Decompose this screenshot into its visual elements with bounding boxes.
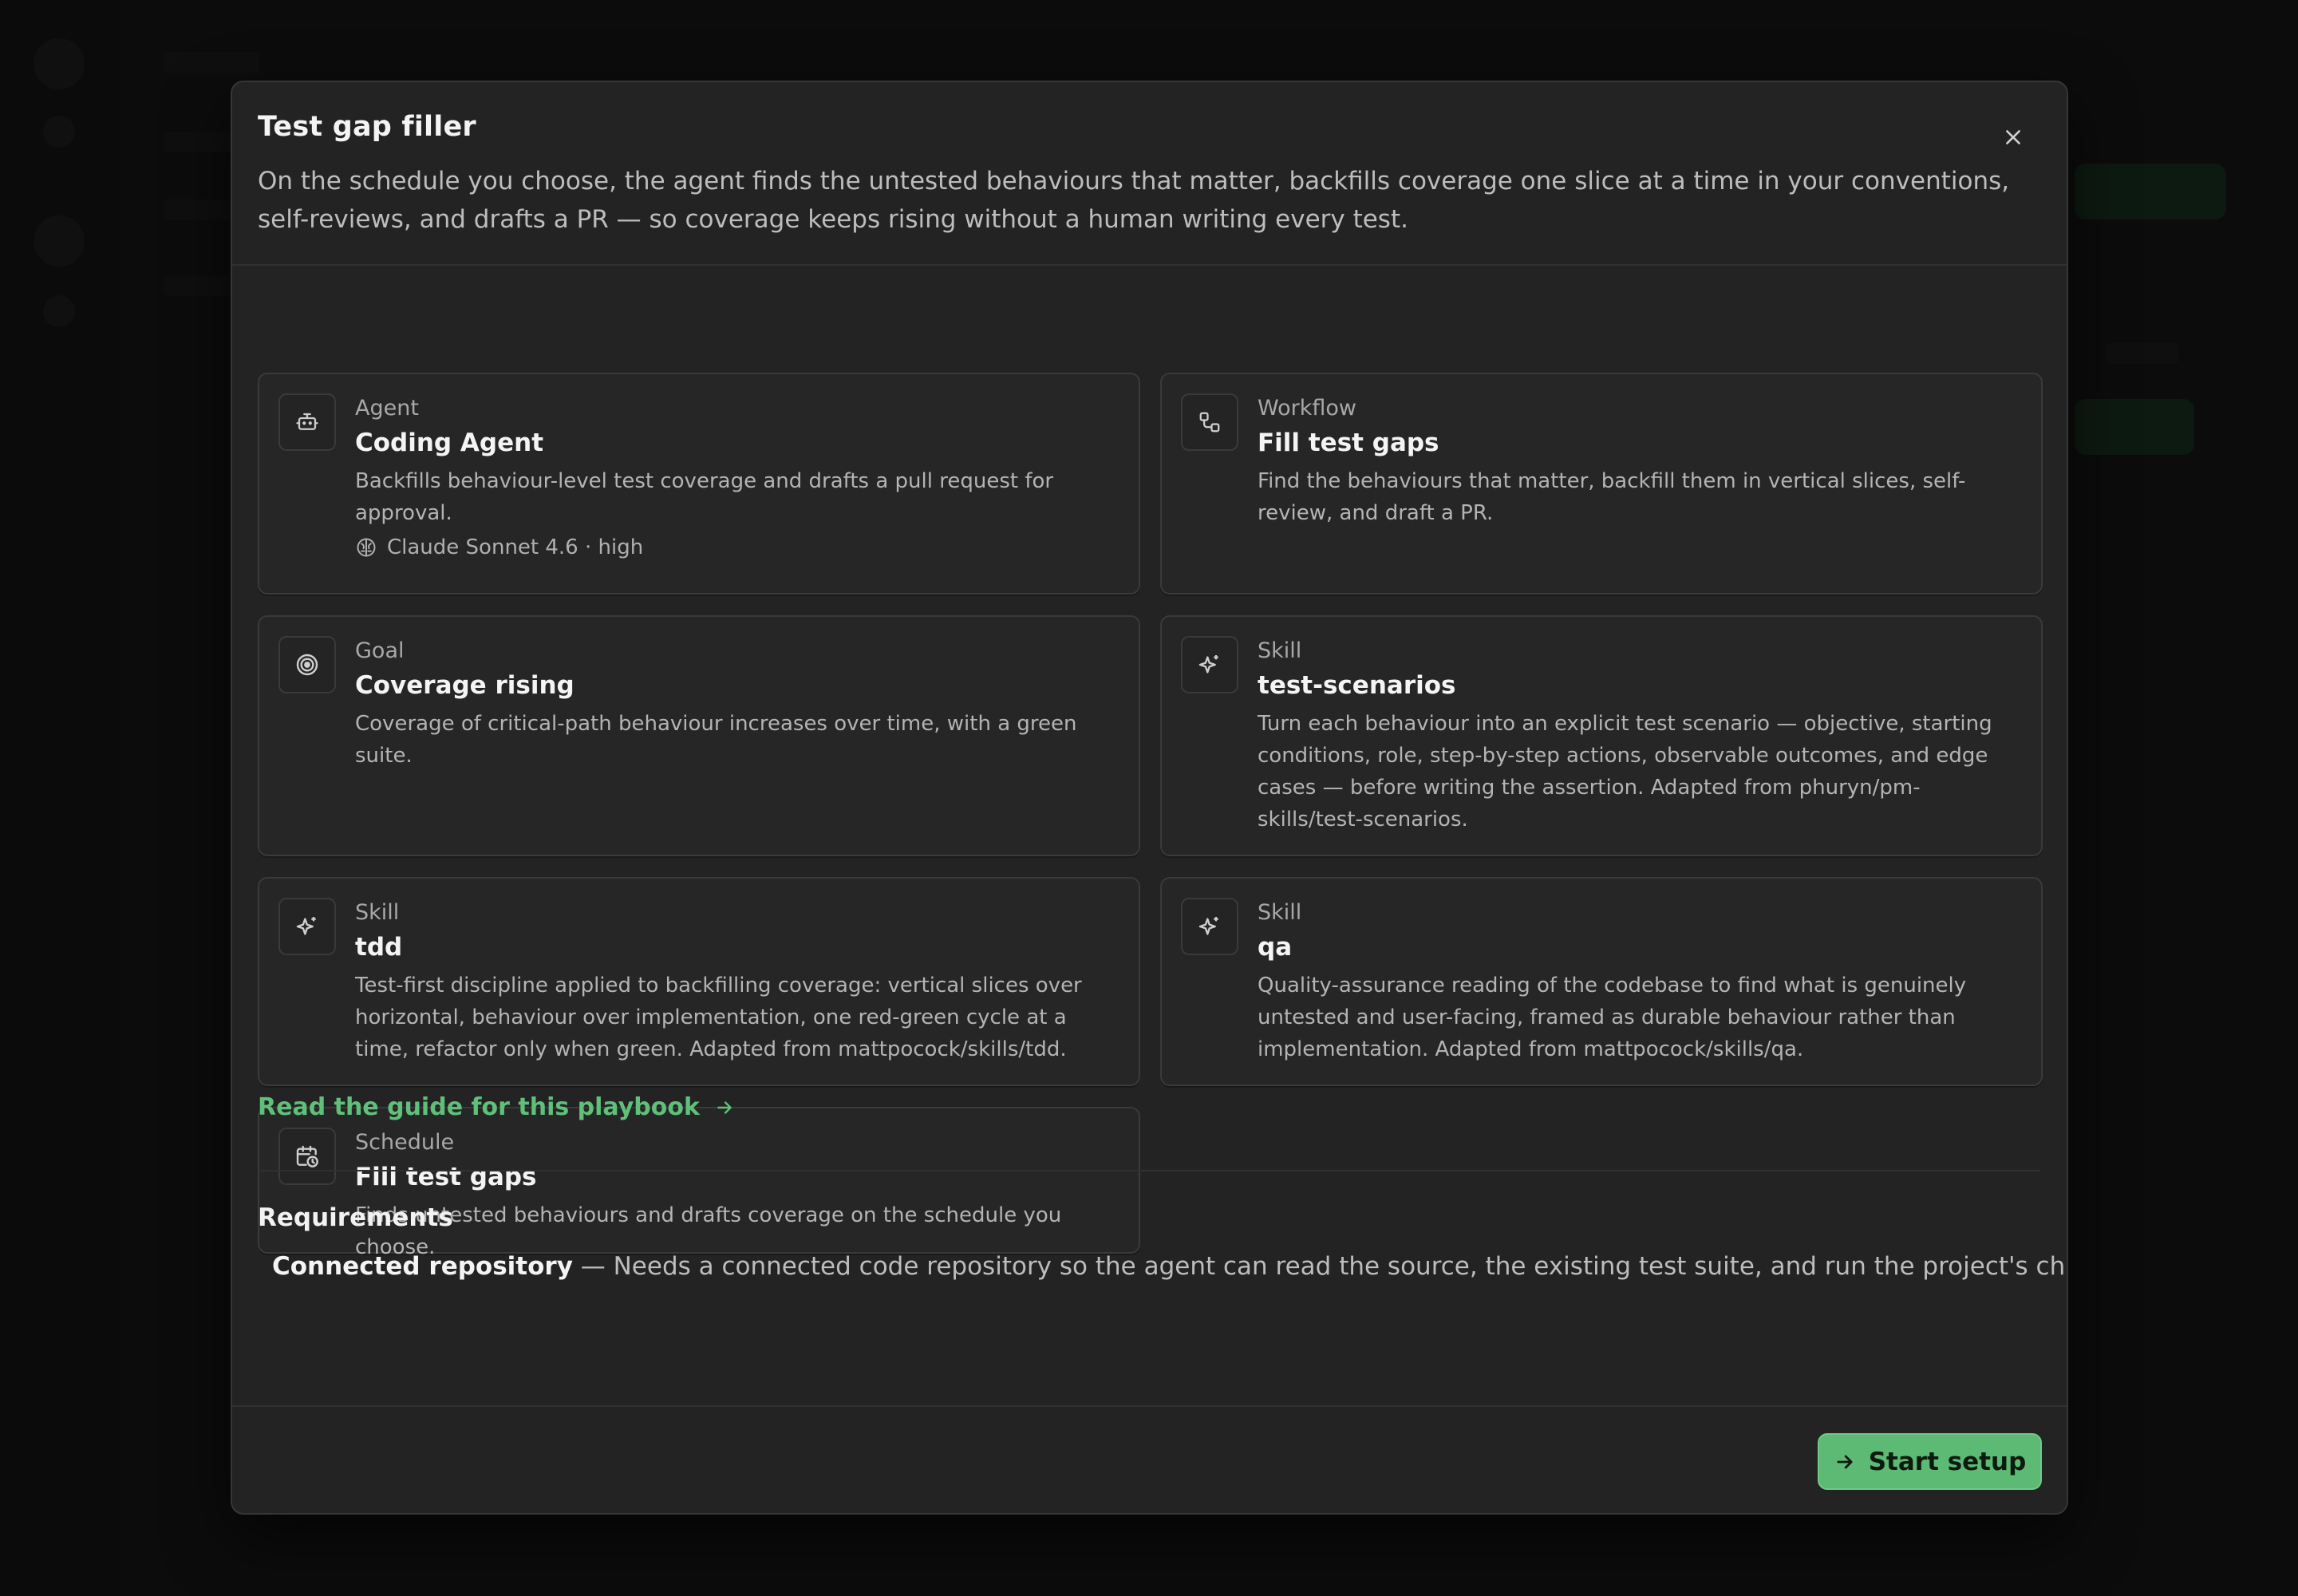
modal-description: On the schedule you choose, the agent fi… <box>258 167 2010 234</box>
modal-body[interactable]: Agent Coding Agent Backfills behaviour-l… <box>232 267 2067 1485</box>
card-workflow[interactable]: Workflow Fill test gaps Find the behavio… <box>1160 373 2043 595</box>
start-setup-button[interactable]: Start setup <box>1818 1433 2042 1490</box>
modal-footer: Start setup <box>232 1405 2067 1513</box>
card-name: Coverage rising <box>355 671 574 700</box>
guide-link[interactable]: Read the guide for this playbook <box>258 1093 735 1121</box>
section-divider <box>258 1170 2040 1171</box>
workflow-icon-box <box>1181 393 1238 451</box>
calendar-clock-icon <box>296 1145 318 1167</box>
card-body: Test-first discipline applied to backfil… <box>355 974 1082 1061</box>
close-button[interactable] <box>1994 118 2032 156</box>
close-icon <box>2006 130 2020 144</box>
requirement-item: Connected repository — Needs a connected… <box>258 1252 2067 1281</box>
target-icon-box <box>278 636 336 693</box>
calendar-clock-icon-box <box>278 1128 336 1185</box>
arrow-right-icon <box>717 1100 732 1114</box>
card-agent[interactable]: Agent Coding Agent Backfills behaviour-l… <box>258 373 1140 595</box>
card-name: Fill test gaps <box>355 1163 537 1191</box>
card-kind: Goal <box>355 638 405 663</box>
sparkle-icon-box <box>1181 636 1238 693</box>
card-kind: Skill <box>1258 900 1302 925</box>
brain-icon <box>357 538 376 557</box>
modal-title: Test gap filler <box>258 111 476 143</box>
sparkle-icon <box>296 917 316 935</box>
card-body: Turn each behaviour into an explicit tes… <box>1258 712 1992 832</box>
sparkle-icon-box <box>278 898 336 955</box>
modal-header: Test gap filler On the schedule you choo… <box>232 82 2067 266</box>
card-kind: Skill <box>355 900 400 925</box>
card-skill-tdd[interactable]: Skill tdd Test-first discipline applied … <box>258 877 1140 1086</box>
start-setup-label: Start setup <box>1868 1447 2027 1476</box>
card-kind: Agent <box>355 396 419 421</box>
requirement-name: Connected repository <box>272 1252 573 1281</box>
card-name: test-scenarios <box>1258 671 1456 700</box>
sparkle-icon <box>1198 917 1218 935</box>
card-text: Agent Coding Agent Backfills behaviour-l… <box>355 393 1119 559</box>
card-kind: Workflow <box>1258 396 1356 421</box>
card-name: Fill test gaps <box>1258 429 1439 457</box>
card-kind: Skill <box>1258 638 1302 663</box>
card-body: Quality-assurance reading of the codebas… <box>1258 974 1967 1061</box>
card-skill-qa[interactable]: Skill qa Quality-assurance reading of th… <box>1160 877 2043 1086</box>
card-kind: Schedule <box>355 1130 455 1155</box>
card-text: Skill tdd Test-first discipline applied … <box>355 898 1119 1065</box>
model-label: Claude Sonnet 4.6 · high <box>387 535 644 559</box>
sparkle-icon-box <box>1181 898 1238 955</box>
card-text: Goal Coverage rising Coverage of critica… <box>355 636 1119 772</box>
guide-link-label: Read the guide for this playbook <box>258 1093 700 1121</box>
card-goal[interactable]: Goal Coverage rising Coverage of critica… <box>258 615 1140 856</box>
workflow-icon <box>1199 412 1220 433</box>
card-text: Schedule Fill test gaps Finds untested b… <box>355 1128 1119 1263</box>
card-text: Skill test-scenarios Turn each behaviour… <box>1258 636 2022 836</box>
requirement-text: — Needs a connected code repository so t… <box>572 1252 2068 1281</box>
card-name: Coding Agent <box>355 429 544 457</box>
card-body: Coverage of critical-path behaviour incr… <box>355 712 1077 768</box>
robot-icon-box <box>278 393 336 451</box>
arrow-right-icon <box>1837 1455 1853 1468</box>
card-body: Backfills behaviour-level test coverage … <box>355 469 1054 525</box>
card-text: Workflow Fill test gaps Find the behavio… <box>1258 393 2022 529</box>
card-name: qa <box>1258 933 1293 962</box>
requirements-title: Requirements <box>258 1203 453 1232</box>
card-body: Find the behaviours that matter, backfil… <box>1258 469 1966 525</box>
playbook-modal: Test gap filler On the schedule you choo… <box>231 81 2068 1515</box>
robot-icon <box>296 413 318 430</box>
target-icon <box>296 654 318 676</box>
card-name: tdd <box>355 933 403 962</box>
model-meta: Claude Sonnet 4.6 · high <box>355 535 1119 559</box>
sparkle-icon <box>1198 655 1218 674</box>
card-text: Skill qa Quality-assurance reading of th… <box>1258 898 2022 1065</box>
card-skill-test-scenarios[interactable]: Skill test-scenarios Turn each behaviour… <box>1160 615 2043 856</box>
